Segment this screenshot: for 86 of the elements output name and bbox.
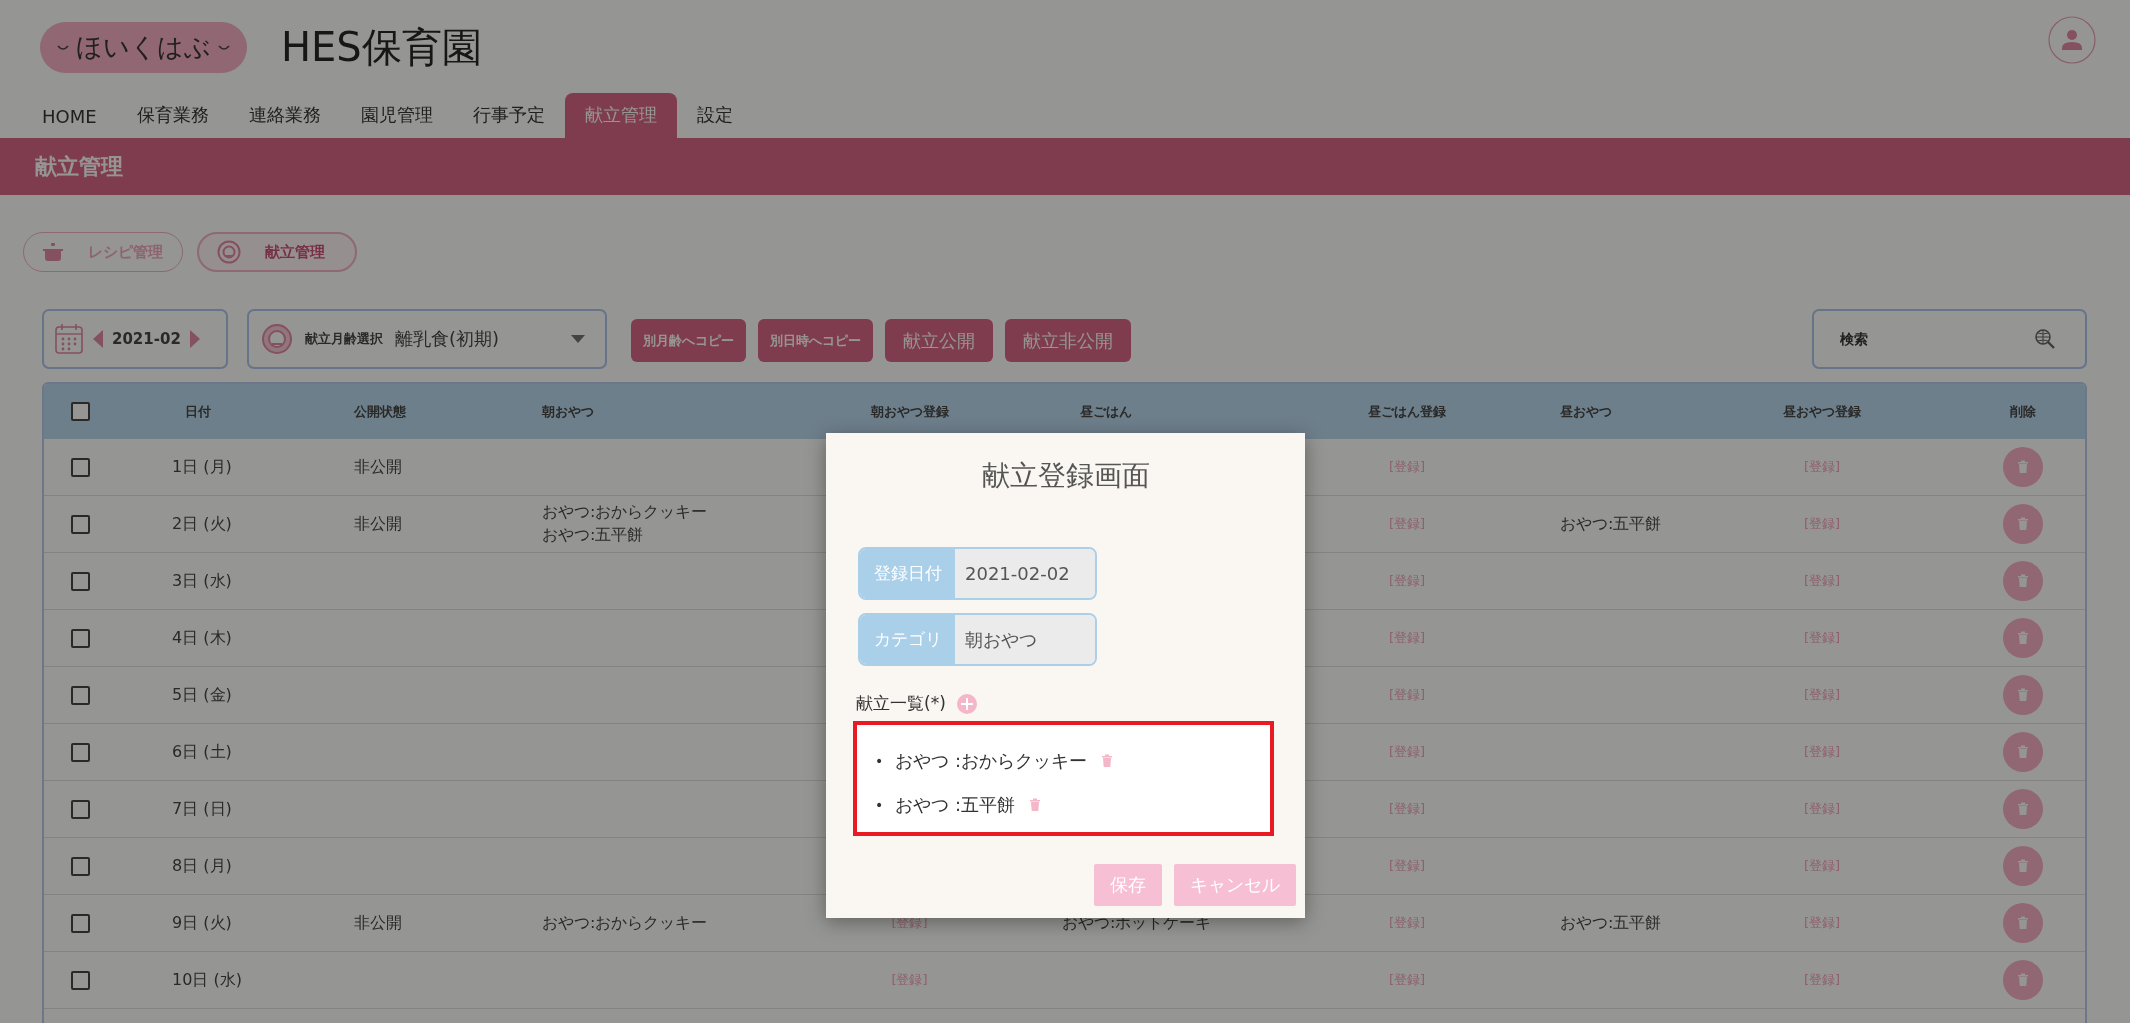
table-cell: おやつ:五平餅: [1560, 912, 1662, 934]
face-icon: [261, 323, 293, 355]
delete-button[interactable]: [2002, 675, 2043, 715]
row-checkbox[interactable]: [71, 685, 90, 705]
age-select[interactable]: 献立月齢選択 離乳食(初期): [247, 309, 607, 369]
nav-tab[interactable]: HOME: [22, 96, 117, 138]
search-field[interactable]: 検索: [1812, 309, 2087, 369]
delete-button[interactable]: [2002, 732, 2043, 772]
bullet: •: [875, 753, 884, 769]
row-checkbox[interactable]: [71, 571, 90, 591]
table-cell: おやつ:五平餅: [1560, 513, 1662, 535]
table-cell: 非公開: [354, 513, 402, 535]
table-cell: 2日 (火): [172, 513, 232, 535]
nav-tab[interactable]: 設定: [676, 93, 753, 138]
select-all-checkbox[interactable]: [71, 402, 90, 421]
search-icon[interactable]: [2033, 327, 2057, 351]
column-header: 昼ごはん: [1080, 402, 1132, 421]
site-title: HES保育園: [281, 23, 482, 72]
row-checkbox[interactable]: [71, 628, 90, 648]
table-cell: 6日 (土): [172, 741, 232, 763]
row-checkbox[interactable]: [71, 913, 90, 933]
row-checkbox[interactable]: [71, 514, 90, 534]
delete-button[interactable]: [2002, 618, 2043, 658]
column-header: 日付: [185, 402, 211, 421]
table-cell: おやつ:おからクッキー: [542, 502, 708, 523]
table-cell: 8日 (月): [172, 855, 232, 877]
action-button[interactable]: 献立公開: [885, 319, 993, 362]
action-button[interactable]: 別日時へコピー: [758, 319, 873, 362]
logo[interactable]: ほいくはぶ: [40, 22, 247, 73]
age-select-value: 離乳食(初期): [395, 327, 500, 351]
mode-button[interactable]: 献立管理: [197, 232, 357, 272]
nav-tab[interactable]: 園児管理: [340, 93, 453, 138]
previous-arrow-icon[interactable]: [92, 329, 104, 349]
table-cell: 10日 (水): [172, 969, 242, 991]
dropdown-caret-icon: [571, 335, 585, 343]
table-cell: 3日 (水): [172, 570, 232, 592]
nav-tab[interactable]: 連絡業務: [228, 93, 341, 138]
month-value: 2021-02: [112, 330, 181, 348]
next-arrow-icon[interactable]: [188, 329, 201, 349]
row-checkbox[interactable]: [71, 799, 90, 819]
modal-title: 献立登録画面: [980, 458, 1151, 494]
delete-button[interactable]: [2002, 846, 2043, 886]
delete-button[interactable]: [2002, 447, 2043, 487]
column-header: 昼おやつ登録: [1783, 402, 1861, 421]
age-select-label: 献立月齢選択: [305, 330, 383, 348]
list-item: おやつ :おからクッキー: [895, 749, 1088, 773]
table-cell: 4日 (木): [172, 627, 232, 649]
delete-button[interactable]: [2002, 789, 2043, 829]
nav-tab[interactable]: 献立管理: [564, 93, 677, 138]
column-header: 朝おやつ: [542, 402, 594, 421]
row-checkbox[interactable]: [71, 856, 90, 876]
list-item: おやつ :五平餅: [895, 793, 1016, 817]
add-icon[interactable]: [955, 692, 978, 715]
list-label: 献立一覧(*): [856, 692, 946, 715]
column-header: 公開状態: [354, 402, 406, 421]
pot-icon: [42, 241, 64, 263]
column-header: 昼おやつ: [1560, 402, 1612, 421]
column-header: 昼ごはん登録: [1368, 402, 1446, 421]
page-title: 献立管理: [35, 152, 123, 181]
table-cell: 9日 (火): [172, 912, 232, 934]
face-icon: [217, 240, 241, 264]
table-cell: 非公開: [354, 456, 402, 478]
column-header: 削除: [2009, 402, 2036, 421]
table-cell: 7日 (日): [172, 798, 232, 820]
column-header: 朝おやつ登録: [870, 402, 949, 421]
table-cell: 5日 (金): [172, 684, 232, 706]
action-button[interactable]: 別月齢へコピー: [631, 319, 746, 362]
table-cell-text: おやつ:五平餅: [542, 525, 645, 546]
modal-button[interactable]: 保存: [1094, 864, 1162, 906]
action-button[interactable]: 献立非公開: [1005, 319, 1131, 362]
table-cell: 非公開: [354, 912, 402, 934]
delete-button[interactable]: [2002, 504, 2043, 544]
row-checkbox[interactable]: [71, 970, 90, 990]
nav-tab[interactable]: 行事予定: [452, 93, 565, 138]
table-cell: 1日 (月): [172, 456, 232, 478]
table-cell: おやつ:おからクッキー: [542, 912, 708, 934]
row-checkbox[interactable]: [71, 457, 90, 477]
calendar-icon[interactable]: [54, 323, 84, 355]
delete-button[interactable]: [2002, 960, 2043, 1000]
delete-button[interactable]: [2002, 561, 2043, 601]
nav-tab[interactable]: 保育業務: [116, 93, 229, 138]
delete-button[interactable]: [2002, 903, 2043, 943]
row-checkbox[interactable]: [71, 742, 90, 762]
user-avatar-icon[interactable]: [2048, 16, 2096, 64]
bullet: •: [875, 797, 884, 813]
modal-button[interactable]: キャンセル: [1174, 864, 1296, 906]
